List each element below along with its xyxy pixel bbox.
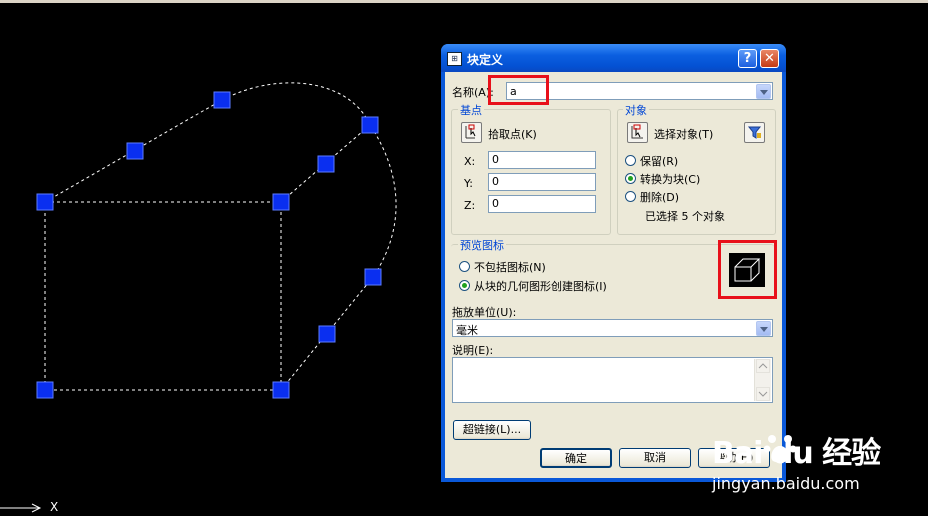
x-field[interactable]: 0 bbox=[488, 151, 596, 169]
selected-objects-status: 已选择 5 个对象 bbox=[645, 210, 725, 223]
x-label: X: bbox=[464, 155, 476, 168]
scroll-up-icon[interactable] bbox=[756, 359, 770, 373]
block-preview-image bbox=[729, 253, 765, 287]
scroll-down-icon[interactable] bbox=[756, 387, 770, 401]
select-objects-label[interactable]: 选择对象(T) bbox=[654, 126, 713, 142]
grip-point[interactable] bbox=[36, 381, 54, 399]
basepoint-group-label: 基点 bbox=[458, 102, 484, 118]
preview-group-label: 预览图标 bbox=[458, 237, 506, 253]
delete-label[interactable]: 删除(D) bbox=[640, 189, 679, 205]
grip-point[interactable] bbox=[272, 381, 290, 399]
app-icon: ⊞ bbox=[447, 52, 462, 66]
grip-point[interactable] bbox=[317, 155, 335, 173]
pick-point-icon[interactable] bbox=[461, 122, 482, 143]
retain-label[interactable]: 保留(R) bbox=[640, 153, 678, 169]
no-icon-label[interactable]: 不包括图标(N) bbox=[474, 259, 546, 275]
delete-radio[interactable] bbox=[625, 191, 636, 202]
help-title-button[interactable]: ? bbox=[738, 49, 757, 68]
grip-point[interactable] bbox=[126, 142, 144, 160]
ucs-axis-icon bbox=[0, 503, 42, 513]
retain-radio[interactable] bbox=[625, 155, 636, 166]
units-value: 毫米 bbox=[456, 324, 478, 337]
grip-point[interactable] bbox=[213, 91, 231, 109]
grip-point[interactable] bbox=[36, 193, 54, 211]
pick-point-label[interactable]: 拾取点(K) bbox=[488, 126, 537, 142]
grip-point[interactable] bbox=[272, 193, 290, 211]
grip-point[interactable] bbox=[364, 268, 382, 286]
arc-curve bbox=[221, 82, 397, 278]
y-label: Y: bbox=[464, 177, 473, 190]
name-highlight-box bbox=[488, 75, 549, 105]
chevron-down-icon[interactable] bbox=[756, 321, 771, 336]
objects-group-label: 对象 bbox=[623, 102, 649, 118]
units-label: 拖放单位(U): bbox=[452, 306, 517, 319]
create-icon-label[interactable]: 从块的几何图形创建图标(I) bbox=[474, 278, 607, 294]
z-label: Z: bbox=[464, 199, 476, 212]
block-definition-dialog: ⊞ 块定义 ? ✕ 名称(A): a 基点 拾取点(K) X: 0 Y: 0 Z… bbox=[441, 44, 786, 482]
units-combo[interactable]: 毫米 bbox=[452, 319, 773, 337]
convert-to-block-radio[interactable] bbox=[625, 173, 636, 184]
close-button[interactable]: ✕ bbox=[760, 49, 779, 68]
hyperlink-button[interactable]: 超链接(L)... bbox=[453, 420, 531, 440]
watermark-url: jingyan.baidu.com bbox=[712, 474, 860, 493]
description-label: 说明(E): bbox=[452, 344, 494, 357]
description-textarea[interactable] bbox=[452, 357, 773, 403]
convert-to-block-label[interactable]: 转换为块(C) bbox=[640, 171, 700, 187]
cube-front-face bbox=[44, 201, 282, 391]
title-bar[interactable]: ⊞ 块定义 ? ✕ bbox=[441, 44, 786, 72]
ok-button[interactable]: 确定 bbox=[540, 448, 612, 468]
watermark-brand: Bai du 经验 bbox=[712, 436, 881, 471]
baidu-watermark: Bai du 经验 jingyan.baidu.com bbox=[700, 428, 920, 498]
x-axis-label: X bbox=[50, 500, 59, 514]
grip-point[interactable] bbox=[318, 325, 336, 343]
description-scrollbar[interactable] bbox=[754, 359, 771, 401]
dialog-body: 名称(A): a 基点 拾取点(K) X: 0 Y: 0 Z: 0 对象 选择对… bbox=[445, 72, 782, 478]
grip-point[interactable] bbox=[361, 116, 379, 134]
select-objects-icon[interactable] bbox=[627, 122, 648, 143]
dialog-title: 块定义 bbox=[467, 53, 504, 67]
chevron-down-icon[interactable] bbox=[756, 84, 771, 99]
z-field[interactable]: 0 bbox=[488, 195, 596, 213]
y-field[interactable]: 0 bbox=[488, 173, 596, 191]
cancel-button[interactable]: 取消 bbox=[619, 448, 691, 468]
quick-select-icon[interactable] bbox=[744, 122, 765, 143]
no-icon-radio[interactable] bbox=[459, 261, 470, 272]
create-icon-radio[interactable] bbox=[459, 280, 470, 291]
